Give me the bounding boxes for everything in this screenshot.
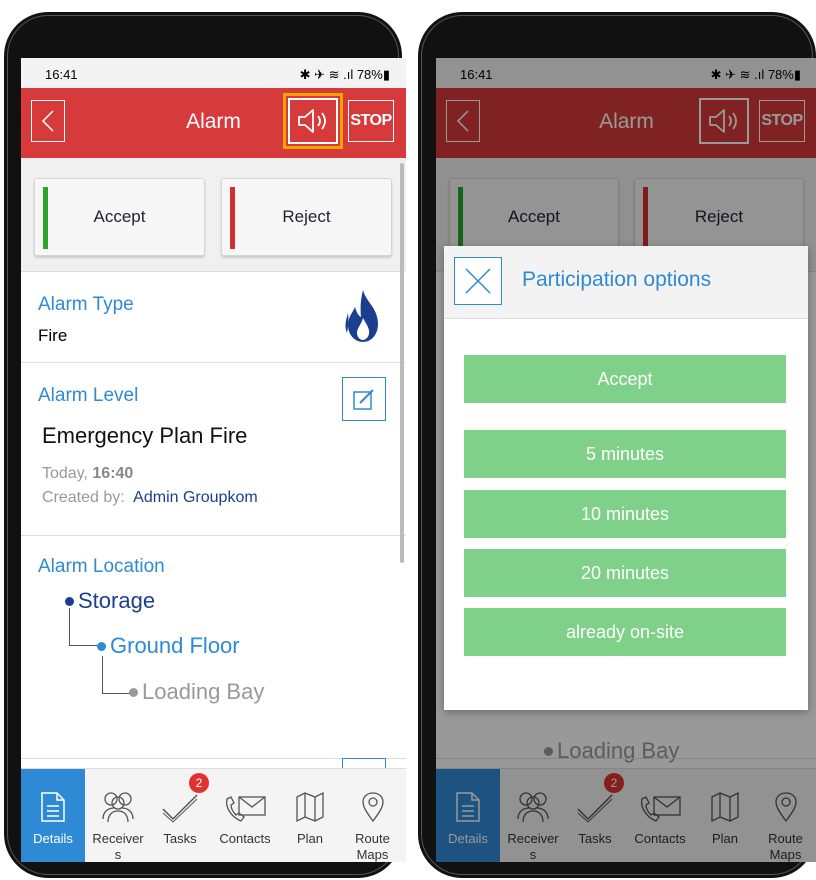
status-time: 16:41 bbox=[45, 67, 78, 82]
alarm-level-section: Alarm Level Emergency Plan Fire Today, 1… bbox=[21, 363, 406, 536]
option-already-on-site-button[interactable]: already on-site bbox=[464, 608, 786, 656]
modal-title: Participation options bbox=[522, 268, 712, 291]
app-header: Alarm STOP bbox=[21, 88, 406, 158]
location-item-loading-bay[interactable]: Loading Bay bbox=[129, 679, 264, 705]
tab-plan[interactable]: Plan bbox=[281, 769, 339, 862]
tab-label: Details bbox=[33, 831, 73, 846]
edit-button[interactable] bbox=[342, 377, 386, 421]
alarm-type-value: Fire bbox=[38, 326, 68, 345]
alarm-time: 16:40 bbox=[92, 465, 134, 482]
close-icon bbox=[465, 268, 491, 294]
document-icon bbox=[41, 792, 65, 822]
close-button[interactable] bbox=[454, 257, 502, 305]
tab-label: Receiver s bbox=[92, 831, 144, 862]
response-buttons: Accept Reject bbox=[21, 158, 406, 272]
alarm-level-title: Alarm Level bbox=[38, 385, 139, 406]
tab-contacts[interactable]: Contacts bbox=[209, 769, 281, 862]
option-10-minutes-button[interactable]: 10 minutes bbox=[464, 490, 786, 538]
option-20-minutes-button[interactable]: 20 minutes bbox=[464, 549, 786, 597]
modal-header: Participation options bbox=[444, 246, 808, 319]
tab-details[interactable]: Details bbox=[21, 769, 85, 862]
location-pin-icon bbox=[361, 792, 384, 823]
tab-route-maps[interactable]: Route Maps bbox=[339, 769, 406, 862]
accept-button[interactable]: Accept bbox=[34, 178, 205, 256]
edit-icon bbox=[353, 389, 374, 410]
tab-label: Contacts bbox=[219, 831, 271, 846]
alarm-type-section: Alarm Type Fire bbox=[21, 272, 406, 363]
tab-label: Route Maps bbox=[355, 831, 390, 862]
alarm-type-title: Alarm Type bbox=[38, 294, 134, 315]
phone-mail-icon bbox=[225, 796, 266, 822]
checkmark-icon bbox=[162, 794, 198, 823]
alarm-location-section: Alarm Location Storage Ground Floor Load… bbox=[21, 536, 406, 770]
speaker-icon bbox=[298, 109, 326, 133]
reject-color-bar bbox=[230, 187, 235, 249]
sound-button[interactable] bbox=[288, 98, 338, 144]
tab-label: Plan bbox=[296, 831, 324, 846]
accept-label: Accept bbox=[93, 207, 146, 226]
participation-modal: Participation options Accept 5 minutes 1… bbox=[444, 246, 808, 710]
accept-color-bar bbox=[43, 187, 48, 249]
tab-receivers[interactable]: Receiver s bbox=[85, 769, 151, 862]
alarm-level-value: Emergency Plan Fire bbox=[42, 423, 248, 448]
location-item-ground-floor[interactable]: Ground Floor bbox=[97, 633, 240, 659]
status-icons: ✱ ✈ ≋ .ıl 78%▮ bbox=[299, 67, 390, 82]
people-icon bbox=[102, 792, 134, 823]
tab-bar: Details Receiver s Tasks 2 Contacts Plan bbox=[21, 768, 406, 862]
phone-right: 16:41 ✱ ✈ ≋ .ıl 78%▮ Alarm STOP Accept R… bbox=[418, 12, 816, 878]
option-5-minutes-button[interactable]: 5 minutes bbox=[464, 430, 786, 478]
created-by: Created by: Admin Groupkom bbox=[42, 489, 258, 507]
phone-left: 16:41 ✱ ✈ ≋ .ıl 78%▮ Alarm STOP Accept R… bbox=[4, 12, 406, 878]
created-by-label: Created by: bbox=[42, 489, 125, 506]
screen-right: 16:41 ✱ ✈ ≋ .ıl 78%▮ Alarm STOP Accept R… bbox=[436, 58, 816, 862]
tab-label: Tasks bbox=[163, 831, 197, 846]
alarm-timestamp: Today, 16:40 bbox=[42, 465, 133, 483]
tab-tasks[interactable]: Tasks 2 bbox=[151, 769, 209, 862]
alarm-location-title: Alarm Location bbox=[38, 556, 165, 577]
tasks-badge: 2 bbox=[189, 773, 209, 793]
status-bar: 16:41 ✱ ✈ ≋ .ıl 78%▮ bbox=[21, 58, 406, 88]
reject-button[interactable]: Reject bbox=[221, 178, 392, 256]
location-item-storage[interactable]: Storage bbox=[65, 588, 155, 614]
details-content: Accept Reject Alarm Type Fire Alarm Leve… bbox=[21, 158, 406, 770]
date-prefix: Today, bbox=[42, 465, 88, 482]
scrollbar[interactable] bbox=[400, 163, 404, 563]
created-by-name[interactable]: Admin Groupkom bbox=[133, 489, 258, 506]
stop-button[interactable]: STOP bbox=[348, 100, 394, 142]
fire-icon bbox=[345, 290, 378, 342]
reject-label: Reject bbox=[282, 207, 331, 226]
screen-left: 16:41 ✱ ✈ ≋ .ıl 78%▮ Alarm STOP Accept R… bbox=[21, 58, 406, 862]
option-accept-button[interactable]: Accept bbox=[464, 355, 786, 403]
map-icon bbox=[296, 791, 324, 823]
